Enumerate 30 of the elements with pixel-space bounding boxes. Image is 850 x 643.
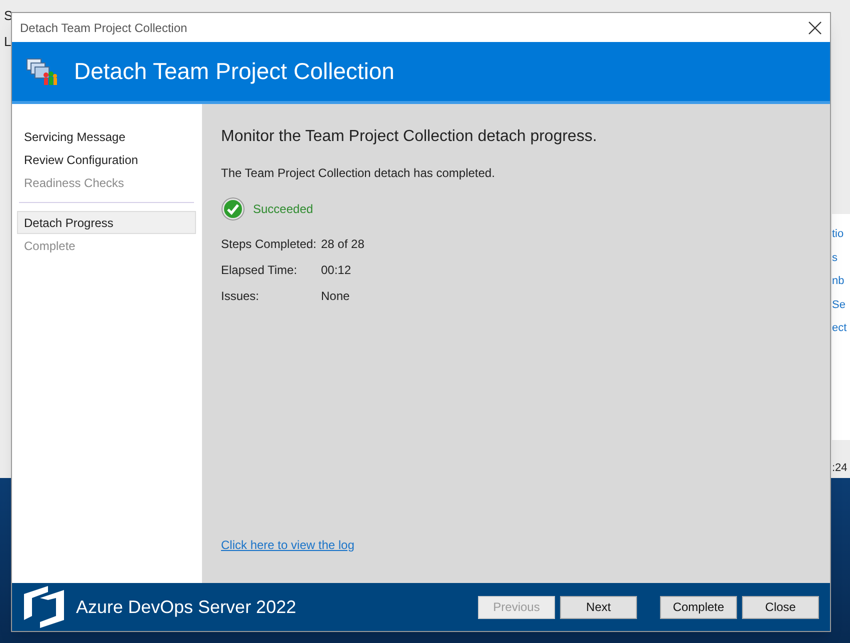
- detail-label: Steps Completed:: [221, 236, 318, 253]
- product-name: Azure DevOps Server 2022: [76, 596, 296, 619]
- wizard-step[interactable]: Complete: [17, 234, 196, 257]
- link-fragment[interactable]: s: [832, 250, 850, 266]
- status-message: The Team Project Collection detach has completed.: [221, 165, 496, 182]
- wizard-step[interactable]: Servicing Message: [17, 125, 196, 148]
- wizard-step[interactable]: Detach Progress: [17, 211, 196, 234]
- detail-value: None: [321, 288, 351, 305]
- view-log-link[interactable]: Click here to view the log: [221, 536, 354, 554]
- detail-label: Elapsed Time:: [221, 262, 298, 279]
- close-icon[interactable]: [808, 20, 822, 34]
- detail-value: 28 of 28: [321, 236, 364, 253]
- status-text-fragment: :24: [832, 462, 848, 474]
- link-fragment[interactable]: ect: [832, 320, 850, 336]
- detail-value: 00:12: [321, 262, 352, 279]
- window-title: Detach Team Project Collection: [20, 20, 188, 36]
- dialog-heading: Detach Team Project Collection: [74, 57, 394, 86]
- link-fragment[interactable]: tio: [832, 226, 850, 242]
- collection-icon: [26, 56, 58, 86]
- page-heading: Monitor the Team Project Collection detach progress.: [221, 127, 598, 147]
- status-text: Succeeded: [253, 201, 314, 218]
- detail-label: Issues:: [221, 288, 260, 305]
- wizard-step[interactable]: Readiness Checks: [17, 171, 196, 194]
- footer-button[interactable]: Complete: [660, 596, 737, 618]
- footer-button[interactable]: Close: [742, 596, 819, 618]
- footer-button[interactable]: Next: [560, 596, 637, 618]
- link-fragment[interactable]: Se: [832, 296, 850, 313]
- wizard-step[interactable]: Review Configuration: [17, 148, 196, 171]
- link-fragment[interactable]: nb: [832, 273, 850, 290]
- text-fragment: L: [4, 32, 12, 50]
